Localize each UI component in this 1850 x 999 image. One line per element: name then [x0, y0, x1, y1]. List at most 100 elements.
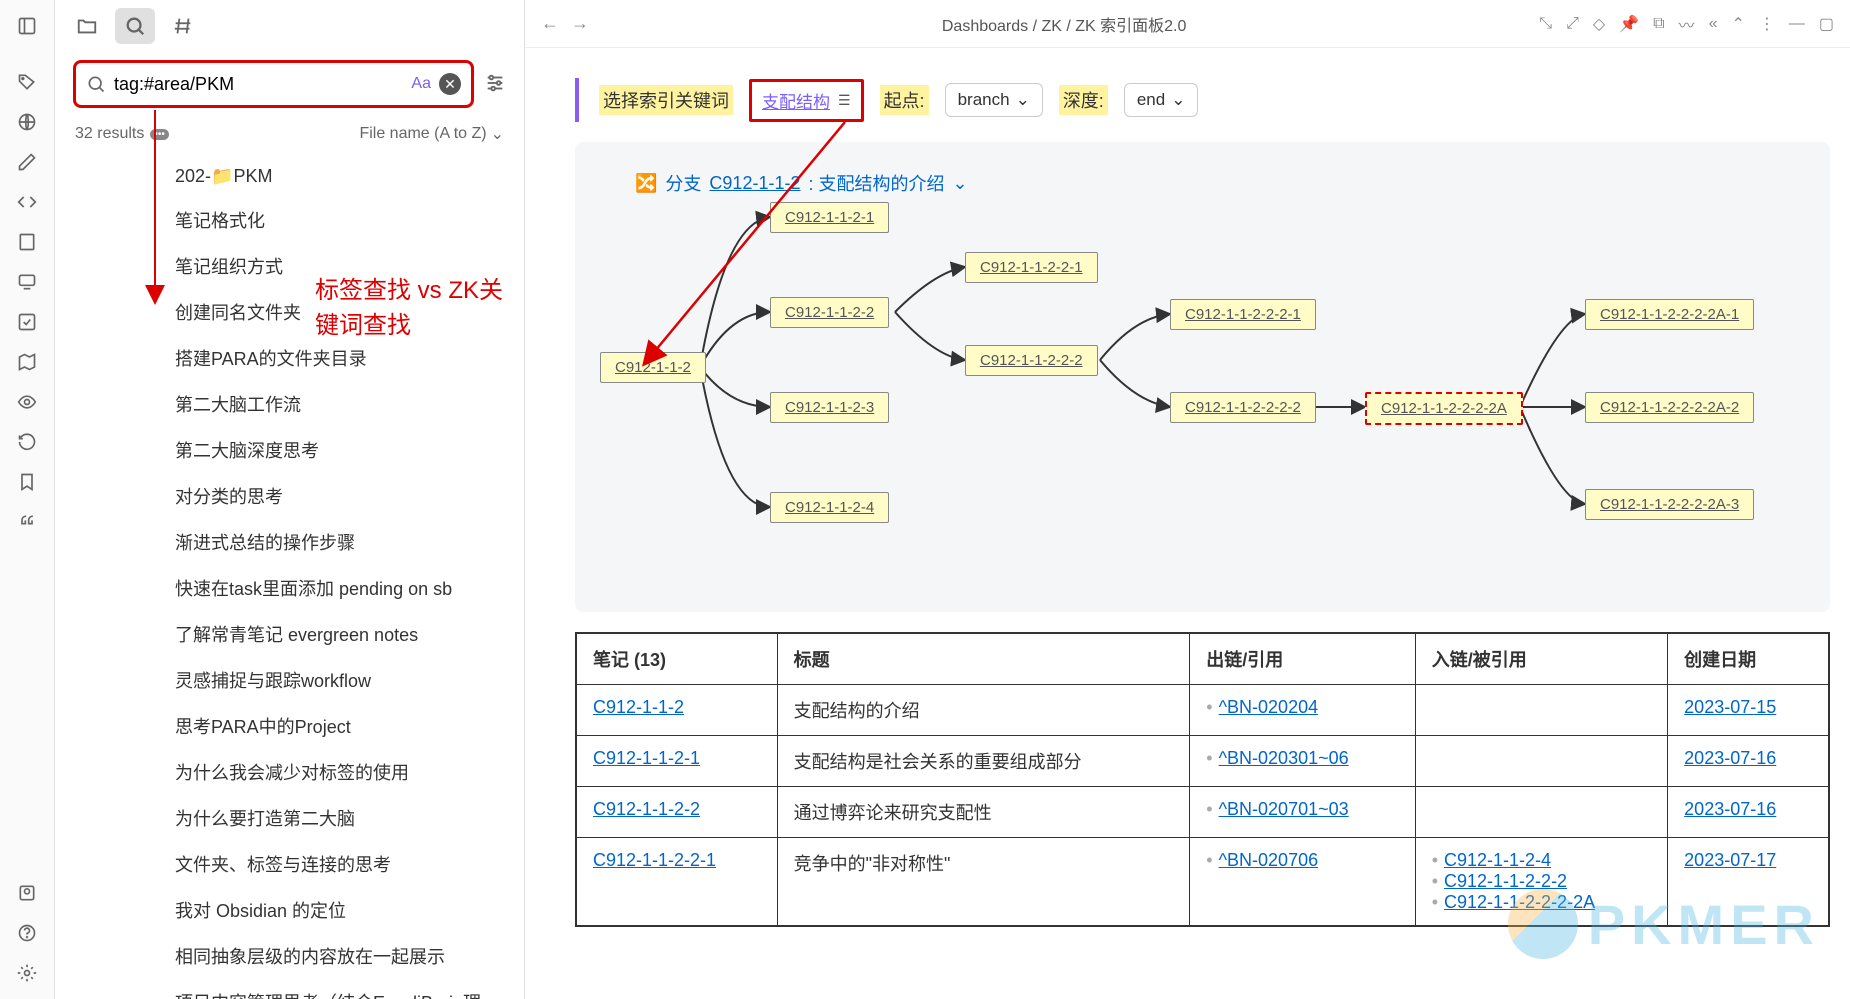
eye-icon[interactable] — [9, 384, 45, 420]
main-header: ← → Dashboards / ZK / ZK 索引面板2.0 ⤡ ⤢ ◇ 📌… — [525, 0, 1850, 48]
search-result-item[interactable]: 灵感捕捉与跟踪workflow — [55, 657, 524, 703]
date-link[interactable]: 2023-07-16 — [1684, 748, 1776, 768]
inlink[interactable]: C912-1-1-2-4 — [1444, 850, 1551, 870]
search-result-item[interactable]: 笔记格式化 — [55, 197, 524, 243]
graph-node[interactable]: C912-1-1-2-2-2-2 — [1170, 392, 1316, 423]
undo-icon[interactable] — [9, 424, 45, 460]
note-link[interactable]: C912-1-1-2-2 — [593, 799, 700, 819]
search-result-item[interactable]: 文件夹、标签与连接的思考 — [55, 841, 524, 887]
search-input[interactable] — [114, 74, 403, 95]
nav-back-icon[interactable]: ← — [541, 13, 559, 34]
search-result-item[interactable]: 202-📁PKM — [55, 156, 524, 197]
breadcrumb[interactable]: Dashboards / ZK / ZK 索引面板2.0 — [605, 12, 1523, 36]
inlink[interactable]: C912-1-1-2-2-2 — [1444, 871, 1567, 891]
inlink[interactable]: C912-1-1-2-2-2-2A — [1444, 892, 1595, 912]
date-link[interactable]: 2023-07-16 — [1684, 799, 1776, 819]
graph-node[interactable]: C912-1-1-2-3 — [770, 392, 889, 423]
table-header: 创建日期 — [1668, 634, 1829, 685]
date-link[interactable]: 2023-07-15 — [1684, 697, 1776, 717]
monitor-icon[interactable] — [9, 264, 45, 300]
filter-icon[interactable] — [484, 72, 506, 97]
outlink[interactable]: ^BN-020301~06 — [1219, 748, 1349, 768]
graph-node[interactable]: C912-1-1-2-2-2-2A-2 — [1585, 392, 1754, 423]
map-icon[interactable] — [9, 344, 45, 380]
tab-search[interactable] — [115, 8, 155, 44]
help-icon[interactable] — [9, 915, 45, 951]
tab-files[interactable] — [67, 8, 107, 44]
more-icon[interactable]: ⋮ — [1759, 14, 1775, 34]
dropdown-start[interactable]: branch⌄ — [945, 83, 1043, 117]
search-box: Aa ✕ — [73, 60, 474, 108]
graph-node[interactable]: C912-1-1-2-2-2 — [965, 345, 1098, 376]
globe-icon[interactable] — [9, 104, 45, 140]
label-depth: 深度: — [1059, 85, 1108, 115]
more-left-icon[interactable]: « — [1709, 15, 1718, 33]
search-result-item[interactable]: 相同抽象层级的内容放在一起展示 — [55, 933, 524, 979]
send-icon[interactable]: ◇ — [1593, 14, 1605, 34]
date-link[interactable]: 2023-07-17 — [1684, 850, 1776, 870]
search-result-item[interactable]: 第二大脑深度思考 — [55, 427, 524, 473]
search-result-item[interactable]: 对分类的思考 — [55, 473, 524, 519]
expand-icon[interactable]: ⤢ — [1566, 15, 1579, 33]
code-icon[interactable] — [9, 184, 45, 220]
chevron-down-icon: ⌄ — [491, 124, 504, 144]
tab-tags[interactable] — [163, 8, 203, 44]
left-rail — [0, 0, 55, 999]
tag-icon[interactable] — [9, 64, 45, 100]
dropdown-depth[interactable]: end⌄ — [1124, 83, 1199, 117]
search-icon — [86, 74, 106, 94]
outlink[interactable]: ^BN-020701~03 — [1219, 799, 1349, 819]
graph-node[interactable]: C912-1-1-2 — [600, 352, 706, 383]
clear-search-icon[interactable]: ✕ — [439, 73, 461, 95]
search-result-item[interactable]: 项目内容管理思考（结合ExcaliBrain理念） — [55, 979, 524, 999]
quote-icon[interactable] — [9, 504, 45, 540]
note-link[interactable]: C912-1-1-2-2-1 — [593, 850, 716, 870]
graph-node[interactable]: C912-1-1-2-4 — [770, 492, 889, 523]
search-result-item[interactable]: 搭建PARA的文件夹目录 — [55, 335, 524, 381]
maximize-icon[interactable]: ▢ — [1819, 14, 1834, 34]
graph-node[interactable]: C912-1-1-2-2-2-1 — [1170, 299, 1316, 330]
keyword-link[interactable]: 支配结构 — [762, 88, 830, 113]
nav-forward-icon[interactable]: → — [571, 13, 589, 34]
graph-node[interactable]: C912-1-1-2-2-1 — [965, 252, 1098, 283]
sidebar-toggle-icon[interactable] — [9, 8, 45, 44]
note-link[interactable]: C912-1-1-2-1 — [593, 748, 700, 768]
graph-node[interactable]: C912-1-1-2-1 — [770, 202, 889, 233]
graph-node-highlighted[interactable]: C912-1-1-2-2-2-2A — [1365, 392, 1523, 425]
pin-icon[interactable]: 📌 — [1619, 14, 1639, 34]
pencil-icon[interactable] — [9, 144, 45, 180]
copy-icon[interactable]: ⧉ — [1653, 15, 1664, 33]
result-list: 202-📁PKM笔记格式化笔记组织方式创建同名文件夹搭建PARA的文件夹目录第二… — [55, 152, 524, 999]
search-result-item[interactable]: 我对 Obsidian 的定位 — [55, 887, 524, 933]
note-link[interactable]: C912-1-1-2 — [593, 697, 684, 717]
sort-dropdown[interactable]: File name (A to Z) ⌄ — [359, 124, 504, 144]
settings-icon[interactable] — [9, 955, 45, 991]
book-icon[interactable] — [9, 224, 45, 260]
graph-node[interactable]: C912-1-1-2-2 — [770, 297, 889, 328]
check-square-icon[interactable] — [9, 304, 45, 340]
keyword-box: 支配结构 ☰ — [749, 79, 864, 122]
table-row: C912-1-1-2-2通过博弈论来研究支配性•^BN-020701~03202… — [577, 787, 1829, 838]
user-icon[interactable] — [9, 875, 45, 911]
search-result-item[interactable]: 了解常青笔记 evergreen notes — [55, 611, 524, 657]
graph-node[interactable]: C912-1-1-2-2-2-2A-3 — [1585, 489, 1754, 520]
search-result-item[interactable]: 第二大脑工作流 — [55, 381, 524, 427]
bookmark-icon[interactable] — [9, 464, 45, 500]
search-result-item[interactable]: 创建同名文件夹 — [55, 289, 524, 335]
search-result-item[interactable]: 为什么要打造第二大脑 — [55, 795, 524, 841]
activity-icon[interactable]: 〰 — [1679, 12, 1695, 36]
search-result-item[interactable]: 快速在task里面添加 pending on sb — [55, 565, 524, 611]
outlink[interactable]: ^BN-020204 — [1219, 697, 1319, 717]
more-up-icon[interactable]: ⌃ — [1731, 14, 1744, 34]
minimize-icon[interactable]: — — [1789, 15, 1805, 33]
search-result-item[interactable]: 为什么我会减少对标签的使用 — [55, 749, 524, 795]
search-result-item[interactable]: 笔记组织方式 — [55, 243, 524, 289]
collapse-icon[interactable]: ⤡ — [1539, 15, 1552, 33]
graph-node[interactable]: C912-1-1-2-2-2-2A-1 — [1585, 299, 1754, 330]
label-select-keyword: 选择索引关键词 — [599, 85, 733, 115]
match-case-toggle[interactable]: Aa — [411, 75, 431, 93]
outlink[interactable]: ^BN-020706 — [1219, 850, 1319, 870]
search-result-item[interactable]: 思考PARA中的Project — [55, 703, 524, 749]
search-result-item[interactable]: 渐进式总结的操作步骤 — [55, 519, 524, 565]
list-icon[interactable]: ☰ — [838, 92, 851, 109]
